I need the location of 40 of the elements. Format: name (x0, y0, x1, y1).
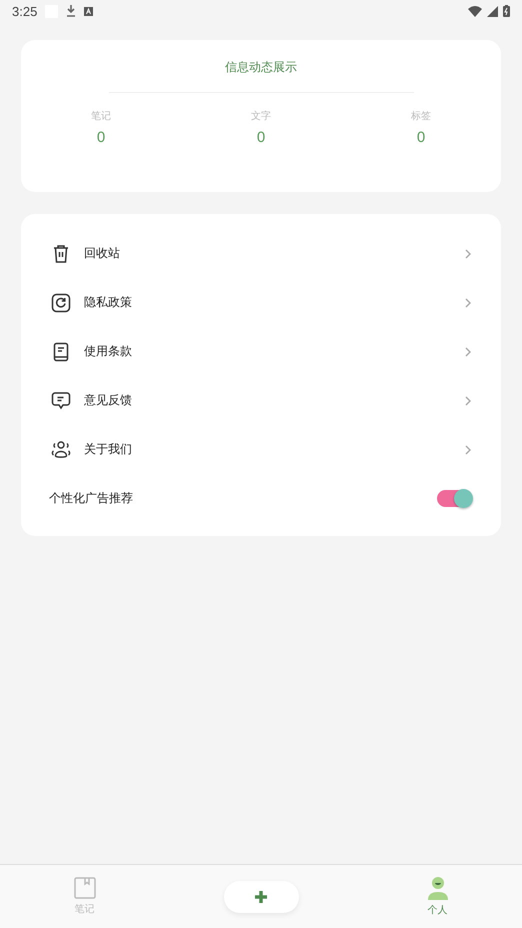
plus-icon (253, 888, 269, 904)
stat-value: 0 (416, 129, 426, 146)
menu-item[interactable]: 意见反馈 (21, 376, 501, 425)
add-button[interactable] (224, 880, 298, 912)
trash-icon (51, 244, 71, 264)
menu-item[interactable]: 隐私政策 (21, 278, 501, 327)
menu-label: 意见反馈 (84, 392, 133, 409)
stat-value: 0 (256, 129, 266, 146)
chat-icon (51, 390, 71, 410)
chevron-icon (465, 396, 471, 406)
document-icon (51, 342, 71, 362)
card-title: 信息动态展示 (225, 59, 297, 76)
menu-label: 隐私政策 (84, 294, 133, 311)
notebook-icon (74, 877, 96, 899)
stat-value: 0 (96, 129, 106, 146)
stat-label: 文字 (251, 110, 271, 123)
person-icon (426, 876, 448, 900)
menu-label: 回收站 (84, 245, 121, 262)
toggle-switch[interactable] (437, 490, 471, 507)
refresh-icon (51, 292, 71, 312)
chevron-icon (465, 444, 471, 454)
menu-item[interactable]: 使用条款 (21, 327, 501, 376)
menu-item[interactable]: 关于我们 (21, 425, 501, 474)
signal-icon (487, 6, 498, 16)
people-icon (51, 440, 71, 460)
menu-label: 关于我们 (84, 441, 133, 458)
nav-tab[interactable]: 个人 (408, 876, 468, 917)
keyboard-icon (84, 6, 94, 16)
download-icon (66, 5, 76, 17)
menu-item[interactable]: 回收站 (21, 229, 501, 278)
menu-label: 使用条款 (84, 343, 133, 360)
chevron-icon (465, 248, 471, 258)
wifi-icon (468, 6, 482, 16)
battery-icon (503, 5, 510, 17)
stat-label: 标签 (411, 110, 431, 123)
stat-label: 笔记 (91, 110, 111, 123)
setting-label: 个性化广告推荐 (49, 490, 134, 507)
status-time: 3:25 (12, 4, 38, 18)
chevron-icon (465, 298, 471, 308)
chevron-icon (465, 346, 471, 356)
